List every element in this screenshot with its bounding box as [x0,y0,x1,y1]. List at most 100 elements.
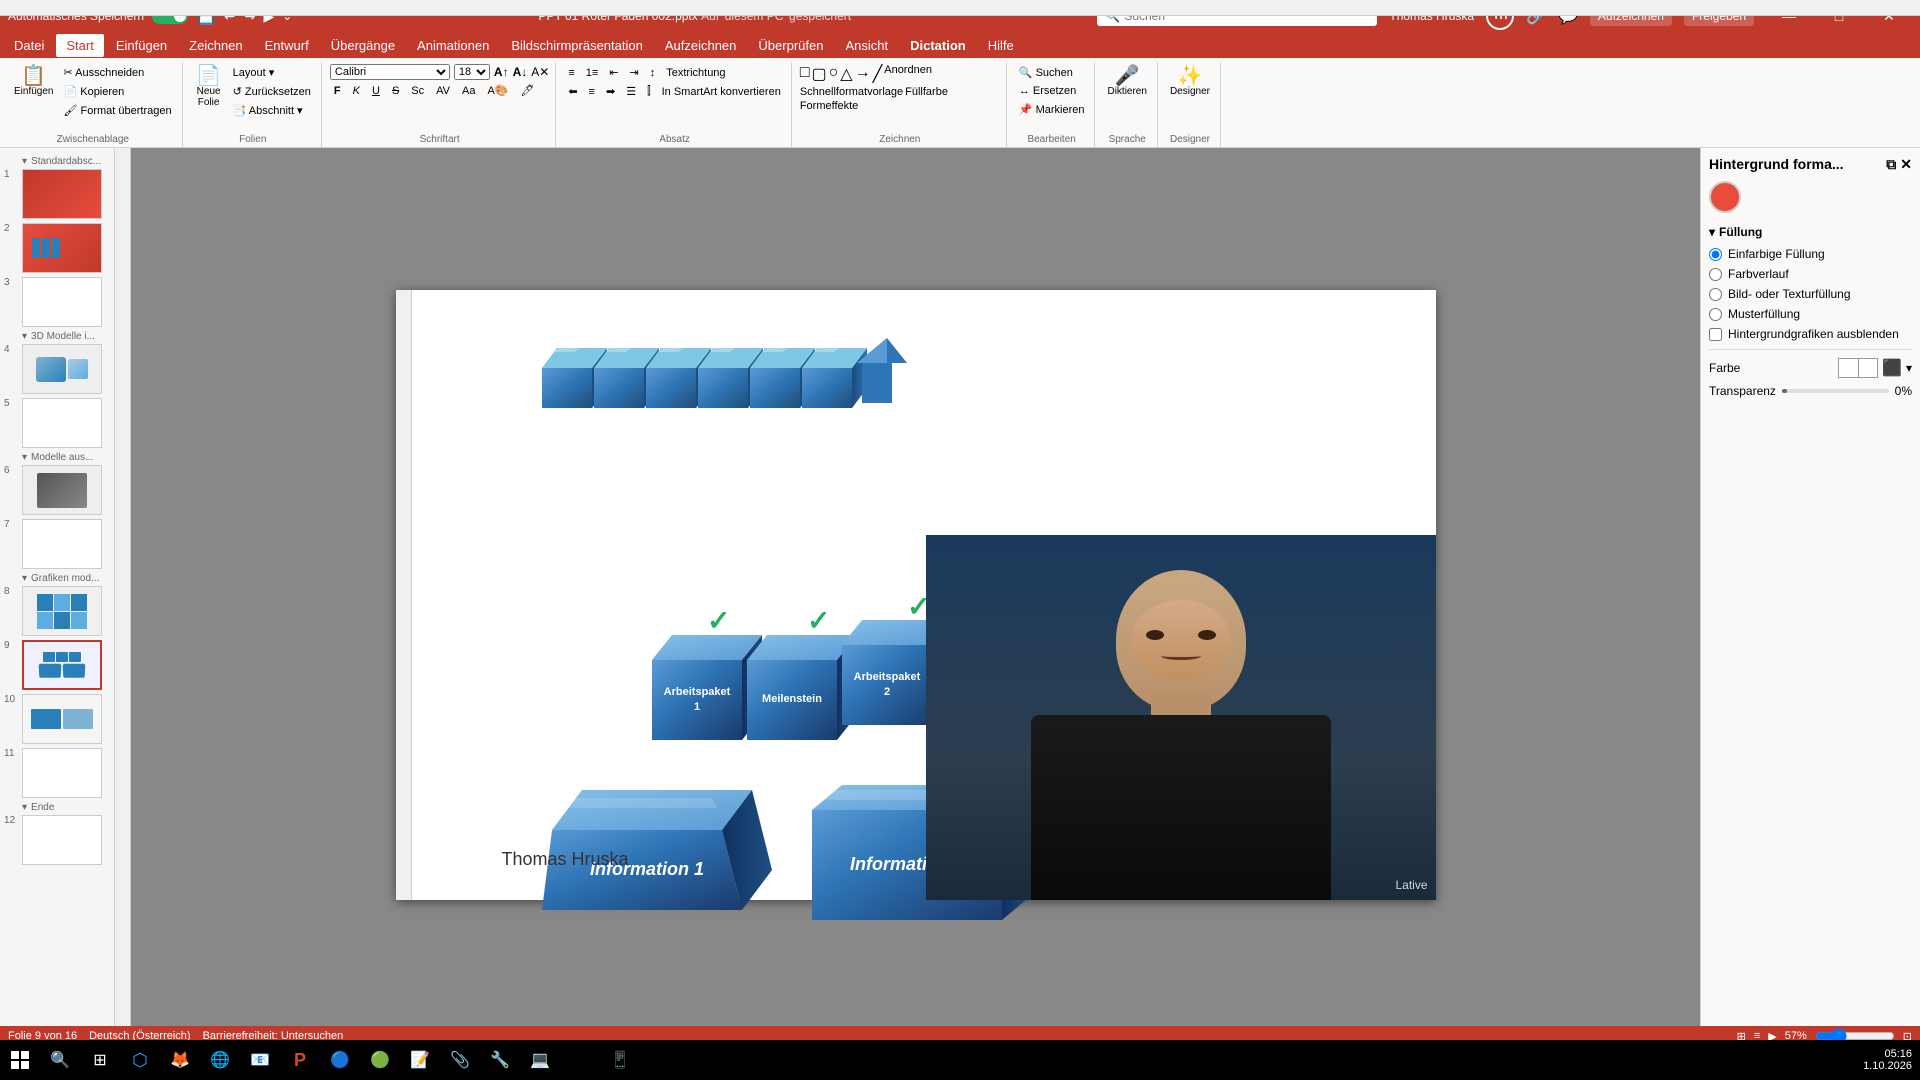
ersetzen-btn[interactable]: ↔ Ersetzen [1015,83,1080,99]
firefox-btn[interactable]: 🦊 [160,1040,200,1080]
menu-zeichnen[interactable]: Zeichnen [179,34,252,57]
edge-btn[interactable]: ⬡ [120,1040,160,1080]
strikethrough-btn[interactable]: S [388,83,403,99]
markieren-btn[interactable]: 📌 Markieren [1015,101,1089,118]
menu-hilfe[interactable]: Hilfe [978,34,1024,57]
outlook-btn[interactable]: 📧 [240,1040,280,1080]
text-direction-btn[interactable]: Textrichtung [662,64,729,81]
slide-thumb-4[interactable]: 4 [4,344,110,394]
fill-option-1[interactable]: Einfarbige Füllung [1709,247,1912,261]
schnellformatvorlage-btn[interactable]: Schnellformat­vorlage [800,86,903,98]
einfuegen-btn[interactable]: 📋 Einfügen [10,64,57,99]
anordnen-btn[interactable]: Anordnen [884,64,932,84]
group-collapse-modelle[interactable]: ▾ [22,452,27,463]
fill-radio-2[interactable] [1709,268,1722,281]
suchen-btn[interactable]: 🔍 Suchen [1015,64,1077,81]
shadow-btn[interactable]: Sc [407,83,428,99]
start-btn[interactable] [0,1040,40,1080]
menu-animationen[interactable]: Animationen [407,34,499,57]
slide-thumb-1[interactable]: 1 [4,169,110,219]
app2-btn[interactable]: 💻 [520,1040,560,1080]
format-btn[interactable]: 🖌 Format übertragen [59,102,175,119]
slide-thumb-5[interactable]: 5 [4,398,110,448]
slide-thumb-7[interactable]: 7 [4,519,110,569]
underline-btn[interactable]: U [368,83,384,99]
fill-radio-1[interactable] [1709,248,1722,261]
menu-bildschirm[interactable]: Bildschirmpräsentation [501,34,653,57]
menu-entwurf[interactable]: Entwurf [255,34,319,57]
slide-thumb-3[interactable]: 3 [4,277,110,327]
slide-thumb-10[interactable]: 10 [4,694,110,744]
line-spacing-btn[interactable]: ↕ [646,64,660,81]
diktieren-btn[interactable]: 🎤 Diktieren [1103,64,1150,99]
smartart-btn[interactable]: In SmartArt konvertieren [658,83,785,100]
fill-radio-4[interactable] [1709,308,1722,321]
menu-datei[interactable]: Datei [4,34,54,57]
indent-less-btn[interactable]: ⇤ [605,64,622,81]
menu-aufzeichnen[interactable]: Aufzeichnen [655,34,747,57]
group-collapse-1[interactable]: ▾ [22,156,27,167]
kopieren-btn[interactable]: 📄 Kopieren [59,83,175,100]
fill-option-5[interactable]: Hintergrundgrafiken ausblenden [1709,327,1912,341]
powerpoint-btn[interactable]: P [280,1040,320,1080]
whatsapp-btn[interactable]: 🟢 [360,1040,400,1080]
menu-start[interactable]: Start [56,34,103,57]
menu-ueberpruefen[interactable]: Überprüfen [748,34,833,57]
taskview-btn[interactable]: ⊞ [80,1040,120,1080]
shape-circle[interactable]: ○ [829,64,839,84]
color-picker-btn[interactable]: ⬛ [1882,358,1902,378]
numbering-btn[interactable]: 1≡ [582,64,603,81]
slide-thumb-8[interactable]: 8 [4,586,110,636]
menu-einfuegen[interactable]: Einfügen [106,34,177,57]
menu-ansicht[interactable]: Ansicht [835,34,898,57]
group-collapse-3d[interactable]: ▾ [22,331,27,342]
abschnitt-btn[interactable]: 📑 Abschnitt ▾ [229,102,315,119]
fill-option-4[interactable]: Musterfüllung [1709,307,1912,321]
panel-close-btn[interactable]: ✕ [1900,156,1912,173]
shape-line[interactable]: ╱ [873,64,883,84]
italic-btn[interactable]: K [349,83,364,99]
teams-btn[interactable]: 🔵 [320,1040,360,1080]
slide-thumb-2[interactable]: 2 [4,223,110,273]
fill-radio-3[interactable] [1709,288,1722,301]
indent-more-btn[interactable]: ⇥ [626,64,643,81]
color-swatch[interactable] [1838,358,1878,378]
font-color-btn[interactable]: A🎨 [483,82,512,99]
fill-option-3[interactable]: Bild- oder Texturfüllung [1709,287,1912,301]
highlight-btn[interactable]: 🖊 [517,82,539,99]
font-size-select[interactable]: 18 [454,64,490,80]
bold-btn[interactable]: F [330,83,345,99]
section-fuellung[interactable]: ▾ Füllung [1709,225,1912,239]
font-increase-btn[interactable]: A↑ [494,65,509,79]
onenote-btn[interactable]: 📝 [400,1040,440,1080]
app3-btn[interactable]: 🖥 [560,1040,600,1080]
shape-rect[interactable]: □ [800,64,810,84]
fill-option-2[interactable]: Farbverlauf [1709,267,1912,281]
clear-format-btn[interactable]: A✕ [531,65,549,79]
align-right-btn[interactable]: ➡ [602,83,619,100]
slide-thumb-11[interactable]: 11 [4,748,110,798]
ausschneiden-btn[interactable]: ✂ Ausschneiden [59,64,175,81]
panel-popout-btn[interactable]: ⧉ [1886,156,1896,173]
app4-btn[interactable]: 📱 [600,1040,640,1080]
clip-btn[interactable]: 📎 [440,1040,480,1080]
fuellfarbe-btn[interactable]: Füllfarbe [905,86,948,98]
group-collapse-grafiken[interactable]: ▾ [22,573,27,584]
transparency-slider[interactable] [1782,389,1889,393]
align-left-btn[interactable]: ⬅ [564,83,581,100]
color-dropdown-btn[interactable]: ▾ [1906,361,1912,375]
zuruecksetzen-btn[interactable]: ↺ Zurücksetzen [229,83,315,100]
layout-btn[interactable]: Layout ▾ [229,64,315,81]
slide-canvas[interactable]: Arbeitspaket 1 ✓ Meilenstein ✓ [396,290,1436,900]
bullets-btn[interactable]: ≡ [564,64,578,81]
shape-triangle[interactable]: △ [840,64,852,84]
app1-btn[interactable]: 🔧 [480,1040,520,1080]
slide-thumb-6[interactable]: 6 [4,465,110,515]
fill-check-5[interactable] [1709,328,1722,341]
case-btn[interactable]: Aa [458,83,479,99]
group-collapse-ende[interactable]: ▾ [22,802,27,813]
chrome-btn[interactable]: 🌐 [200,1040,240,1080]
columns-btn[interactable]: ⫿ [643,83,655,100]
shape-arrow[interactable]: → [855,64,871,84]
designer-btn[interactable]: ✨ Designer [1166,64,1214,99]
